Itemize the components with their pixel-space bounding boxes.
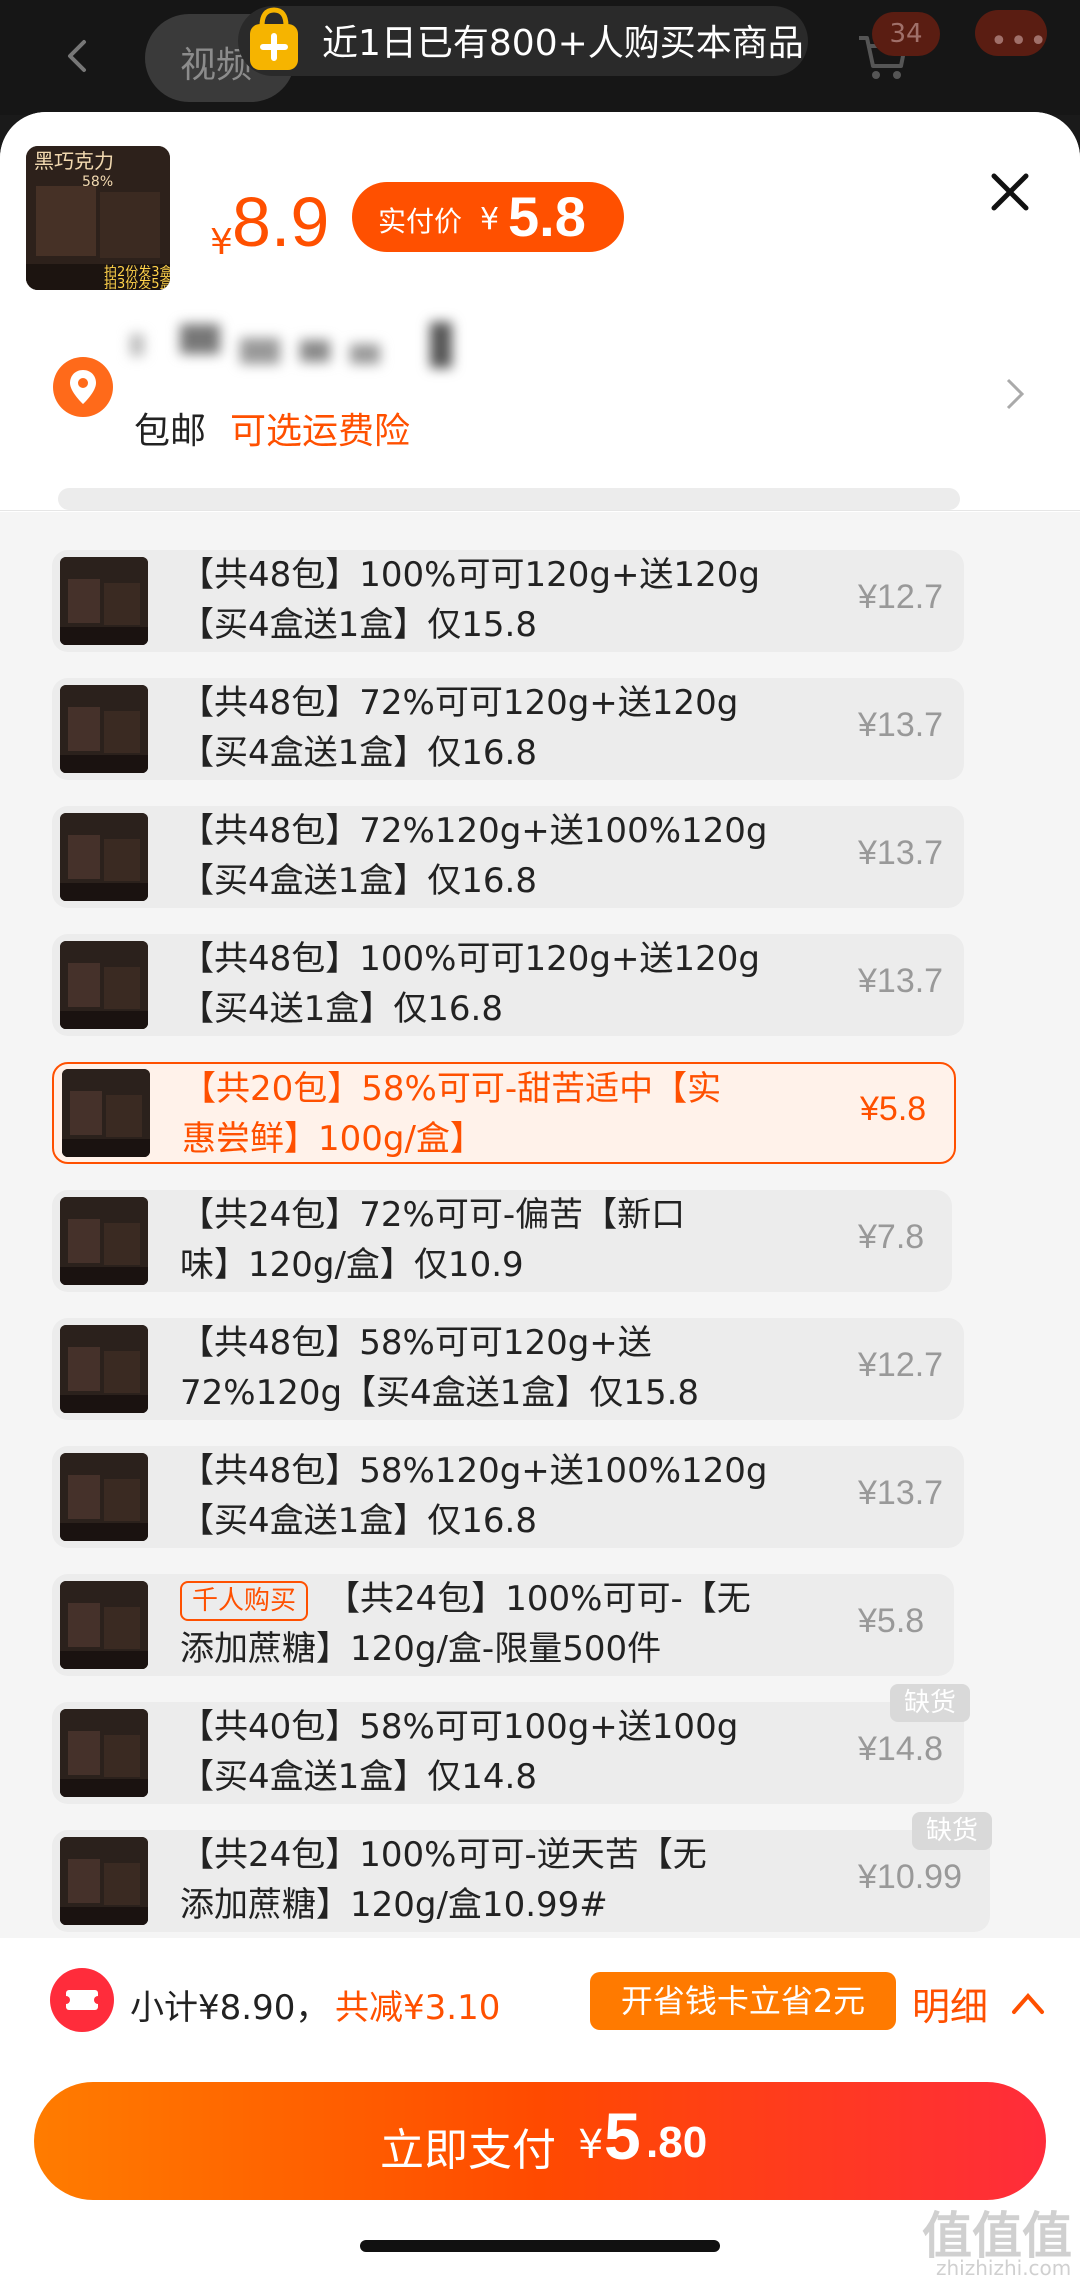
option-row-out-of-stock[interactable]: 【共40包】58%可可100g+送100g 【买4盒送1盒】仅14.8 ¥14.8 [52, 1702, 964, 1804]
option-thumbnail [62, 1069, 150, 1157]
close-icon[interactable] [988, 170, 1032, 214]
actual-price-currency: ¥ [480, 202, 500, 237]
option-thumbnail [60, 1581, 148, 1669]
savings-card-button[interactable]: 开省钱卡立省2元 [590, 1972, 896, 2030]
option-thumbnail [60, 813, 148, 901]
option-row[interactable]: 【共48包】58%可可120g+送 72%120g【买4盒送1盒】仅15.8 ¥1… [52, 1318, 964, 1420]
location-pin-icon [53, 357, 113, 417]
option-row[interactable]: 千人购买 【共24包】100%可可-【无 添加蔗糖】120g/盒-限量500件 ¥5… [52, 1574, 954, 1676]
svg-text:58%: 58% [82, 174, 113, 190]
option-text: 千人购买 【共24包】100%可可-【无 添加蔗糖】120g/盒-限量500件 [180, 1579, 751, 1669]
price-currency: ¥ [210, 222, 233, 263]
option-price: ¥5.8 [858, 1602, 925, 1640]
option-price: ¥5.8 [860, 1090, 927, 1128]
price-value: 8.9 [232, 183, 330, 261]
option-thumbnail [60, 941, 148, 1029]
option-thumbnail [60, 1197, 148, 1285]
option-price: ¥13.7 [858, 1474, 944, 1512]
option-row[interactable]: 【共48包】100%可可120g+送120g 【买4送1盒】仅16.8 ¥13.7 [52, 934, 964, 1036]
detail-link[interactable]: 明细 [912, 1976, 988, 2031]
option-text: 【共40包】58%可可100g+送100g 【买4盒送1盒】仅14.8 [180, 1707, 739, 1797]
back-icon[interactable] [58, 36, 98, 76]
option-price: ¥10.99 [858, 1858, 962, 1896]
address-blurred [130, 322, 452, 368]
option-text: 【共48包】58%120g+送100%120g 【买4盒送1盒】仅16.8 [180, 1451, 768, 1541]
option-row[interactable]: 【共48包】72%可可120g+送120g 【买4盒送1盒】仅16.8 ¥13.7 [52, 678, 964, 780]
option-text: 【共20包】58%可可-甜苦适中【实 惠尝鲜】100g/盒】 [182, 1069, 722, 1159]
option-text: 【共48包】72%120g+送100%120g 【买4盒送1盒】仅16.8 [180, 811, 768, 901]
option-text: 【共48包】72%可可120g+送120g 【买4盒送1盒】仅16.8 [180, 683, 739, 773]
option-thumbnail [60, 685, 148, 773]
home-indicator [360, 2240, 720, 2252]
option-thumbnail [60, 1325, 148, 1413]
option-row-partial[interactable] [58, 488, 960, 510]
option-text: 【共48包】100%可可120g+送120g 【买4盒送1盒】仅15.8 [180, 555, 760, 645]
option-thumbnail [60, 1453, 148, 1541]
option-text: 【共48包】58%可可120g+送 72%120g【买4盒送1盒】仅15.8 [180, 1323, 700, 1413]
chevron-up-icon[interactable] [1010, 1988, 1046, 2018]
purchase-notice-text: 近1日已有800+人购买本商品 [322, 23, 804, 64]
option-price: ¥13.7 [858, 706, 944, 744]
option-text: 【共24包】100%可可-逆天苦【无 添加蔗糖】120g/盒10.99# [180, 1835, 707, 1925]
subtotal-text: 小计¥8.90， [130, 1988, 330, 2028]
chevron-right-icon[interactable] [1000, 374, 1030, 414]
option-row[interactable]: 【共48包】100%可可120g+送120g 【买4盒送1盒】仅15.8 ¥12.… [52, 550, 964, 652]
discount-text: 共减¥3.10 [335, 1988, 501, 2028]
svg-text:拍3份发5盒: 拍3份发5盒 [104, 276, 170, 290]
pay-now-currency: ¥ [578, 2122, 604, 2168]
popular-tag: 千人购买 [180, 1580, 309, 1621]
option-text: 【共48包】100%可可120g+送120g 【买4送1盒】仅16.8 [180, 939, 760, 1029]
option-row[interactable]: 【共48包】72%120g+送100%120g 【买4盒送1盒】仅16.8 ¥13… [52, 806, 964, 908]
shopping-bag-icon [250, 7, 298, 70]
shipping-insurance-link[interactable]: 可选运费险 [230, 402, 410, 454]
chocolate-box-image: 黑巧克力 58% 拍2份发3盒 拍3份发5盒 [26, 146, 170, 290]
svg-text:黑巧克力: 黑巧克力 [34, 149, 114, 173]
watermark-url: zhizhizhi.com [936, 2256, 1072, 2280]
product-thumbnail[interactable]: 黑巧克力 58% 拍2份发3盒 拍3份发5盒 [26, 146, 170, 290]
option-price: ¥13.7 [858, 834, 944, 872]
actual-price-label: 实付价 [378, 205, 463, 238]
option-text: 【共24包】72%可可-偏苦【新口 味】120g/盒】仅10.9 [180, 1195, 686, 1285]
free-shipping-label: 包邮 [134, 411, 207, 452]
more-dots-icon: ••• [990, 24, 1050, 59]
option-price: ¥12.7 [858, 1346, 944, 1384]
cart-count-badge: 34 [872, 12, 940, 56]
out-of-stock-badge: 缺货 [890, 1684, 971, 1722]
option-thumbnail [60, 557, 148, 645]
option-price: ¥7.8 [858, 1218, 925, 1256]
header-divider [0, 510, 1080, 511]
sheet-header: 黑巧克力 58% 拍2份发3盒 拍3份发5盒 ¥ 8.9 实付价 ¥ 5.8 包… [0, 112, 1080, 512]
option-row[interactable]: 【共48包】58%120g+送100%120g 【买4盒送1盒】仅16.8 ¥13… [52, 1446, 964, 1548]
coupon-icon [50, 1968, 114, 2032]
actual-price-value: 5.8 [508, 185, 586, 248]
option-row-out-of-stock[interactable]: 【共24包】100%可可-逆天苦【无 添加蔗糖】120g/盒10.99# ¥10.… [52, 1830, 990, 1932]
option-price: ¥14.8 [858, 1730, 944, 1768]
option-row[interactable]: 【共24包】72%可可-偏苦【新口 味】120g/盒】仅10.9 ¥7.8 [52, 1190, 952, 1292]
out-of-stock-badge: 缺货 [912, 1812, 993, 1850]
option-price: ¥12.7 [858, 578, 944, 616]
option-price: ¥13.7 [858, 962, 944, 1000]
pay-now-amount-int: 5 [604, 2099, 641, 2173]
product-page-topbar: 视频 图集 款式 34 ••• 近1日已有800+人购买本商品 [0, 0, 1080, 115]
option-thumbnail [60, 1837, 148, 1925]
pay-now-label: 立即支付 [380, 2125, 556, 2176]
option-row-selected[interactable]: 【共20包】58%可可-甜苦适中【实 惠尝鲜】100g/盒】 ¥5.8 [52, 1062, 956, 1164]
pay-now-amount-dec: .80 [646, 2118, 708, 2167]
option-thumbnail [60, 1709, 148, 1797]
